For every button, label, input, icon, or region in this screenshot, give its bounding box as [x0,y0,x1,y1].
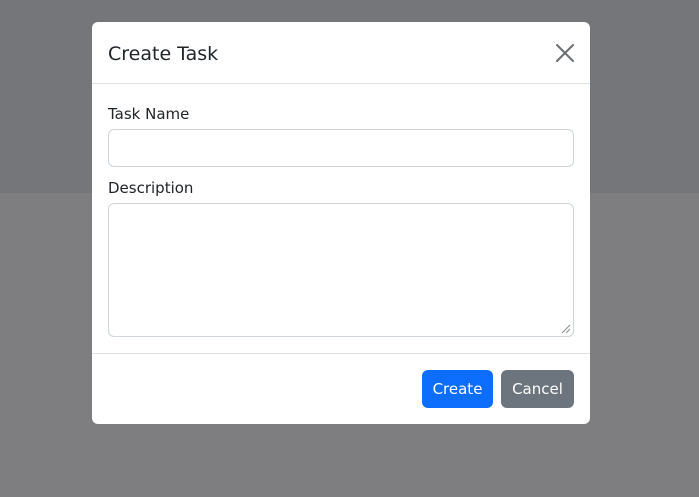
create-task-modal: Create Task Task Name Description Create… [92,22,590,424]
close-icon [556,44,574,62]
description-textarea[interactable] [108,203,574,337]
close-button[interactable] [554,42,576,64]
modal-footer: Create Cancel [92,353,590,424]
modal-title: Create Task [108,43,219,65]
task-name-input[interactable] [108,129,574,167]
cancel-button[interactable]: Cancel [501,370,574,408]
description-label: Description [108,179,194,197]
create-button[interactable]: Create [422,370,493,408]
resize-handle-icon[interactable] [561,324,571,334]
modal-header: Create Task [92,22,590,84]
modal-body: Task Name Description [92,84,590,353]
task-name-label: Task Name [108,105,190,123]
